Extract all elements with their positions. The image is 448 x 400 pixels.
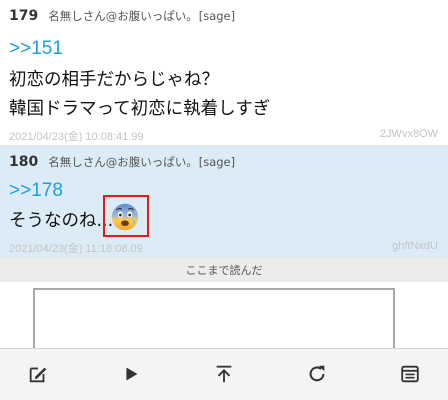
author-mail: [sage]	[198, 155, 236, 169]
author-mail: [sage]	[198, 9, 236, 23]
reply-anchor-link[interactable]: >>151	[9, 38, 63, 60]
post-date: 2021/04/23(金) 10:08:41.99	[9, 131, 144, 143]
post-number[interactable]: 179	[9, 8, 38, 24]
menu-button[interactable]	[397, 361, 423, 387]
author-name: 名無しさん@お腹いっぱい。	[48, 9, 198, 23]
post-number[interactable]: 180	[9, 154, 38, 170]
post-body-line: 初恋の相手だからじゃね？	[9, 70, 219, 90]
post-179: 179 名無しさん@お腹いっぱい。[sage] >>151 初恋の相手だからじゃ…	[0, 0, 448, 146]
play-button[interactable]	[118, 361, 144, 387]
post-header: 179 名無しさん@お腹いっぱい。[sage]	[9, 8, 235, 24]
compose-icon	[29, 367, 47, 383]
menu-icon	[401, 365, 419, 383]
compose-button[interactable]	[25, 361, 51, 387]
reply-anchor-link[interactable]: >>178	[9, 180, 63, 202]
post-body-line: そうなのね...	[9, 211, 114, 231]
embedded-frame[interactable]	[33, 288, 395, 350]
reload-icon	[309, 365, 325, 382]
post-header: 180 名無しさん@お腹いっぱい。[sage]	[9, 154, 235, 170]
post-author: 名無しさん@お腹いっぱい。[sage]	[48, 154, 235, 170]
post-body-line: 韓国ドラマって初恋に執着しすぎ	[9, 99, 271, 119]
fearful-face-emoji-icon	[111, 203, 139, 231]
reload-button[interactable]	[304, 361, 330, 387]
post-id[interactable]: 2JWvx8OW	[380, 128, 438, 140]
post-date: 2021/04/23(金) 11:18:08.09	[9, 243, 143, 255]
read-position-marker: ここまで読んだ	[0, 258, 448, 282]
scroll-top-button[interactable]	[211, 361, 237, 387]
author-name: 名無しさん@お腹いっぱい。	[48, 155, 198, 169]
content-area	[0, 282, 448, 350]
play-icon	[126, 367, 138, 381]
post-author: 名無しさん@お腹いっぱい。[sage]	[48, 8, 235, 24]
emoji-highlight-box	[103, 195, 149, 237]
post-180: 180 名無しさん@お腹いっぱい。[sage] >>178 そうなのね... 2…	[0, 146, 448, 258]
scroll-top-icon	[216, 365, 232, 383]
bottom-toolbar	[0, 348, 448, 400]
post-id[interactable]: ghftNxdU	[392, 240, 438, 252]
